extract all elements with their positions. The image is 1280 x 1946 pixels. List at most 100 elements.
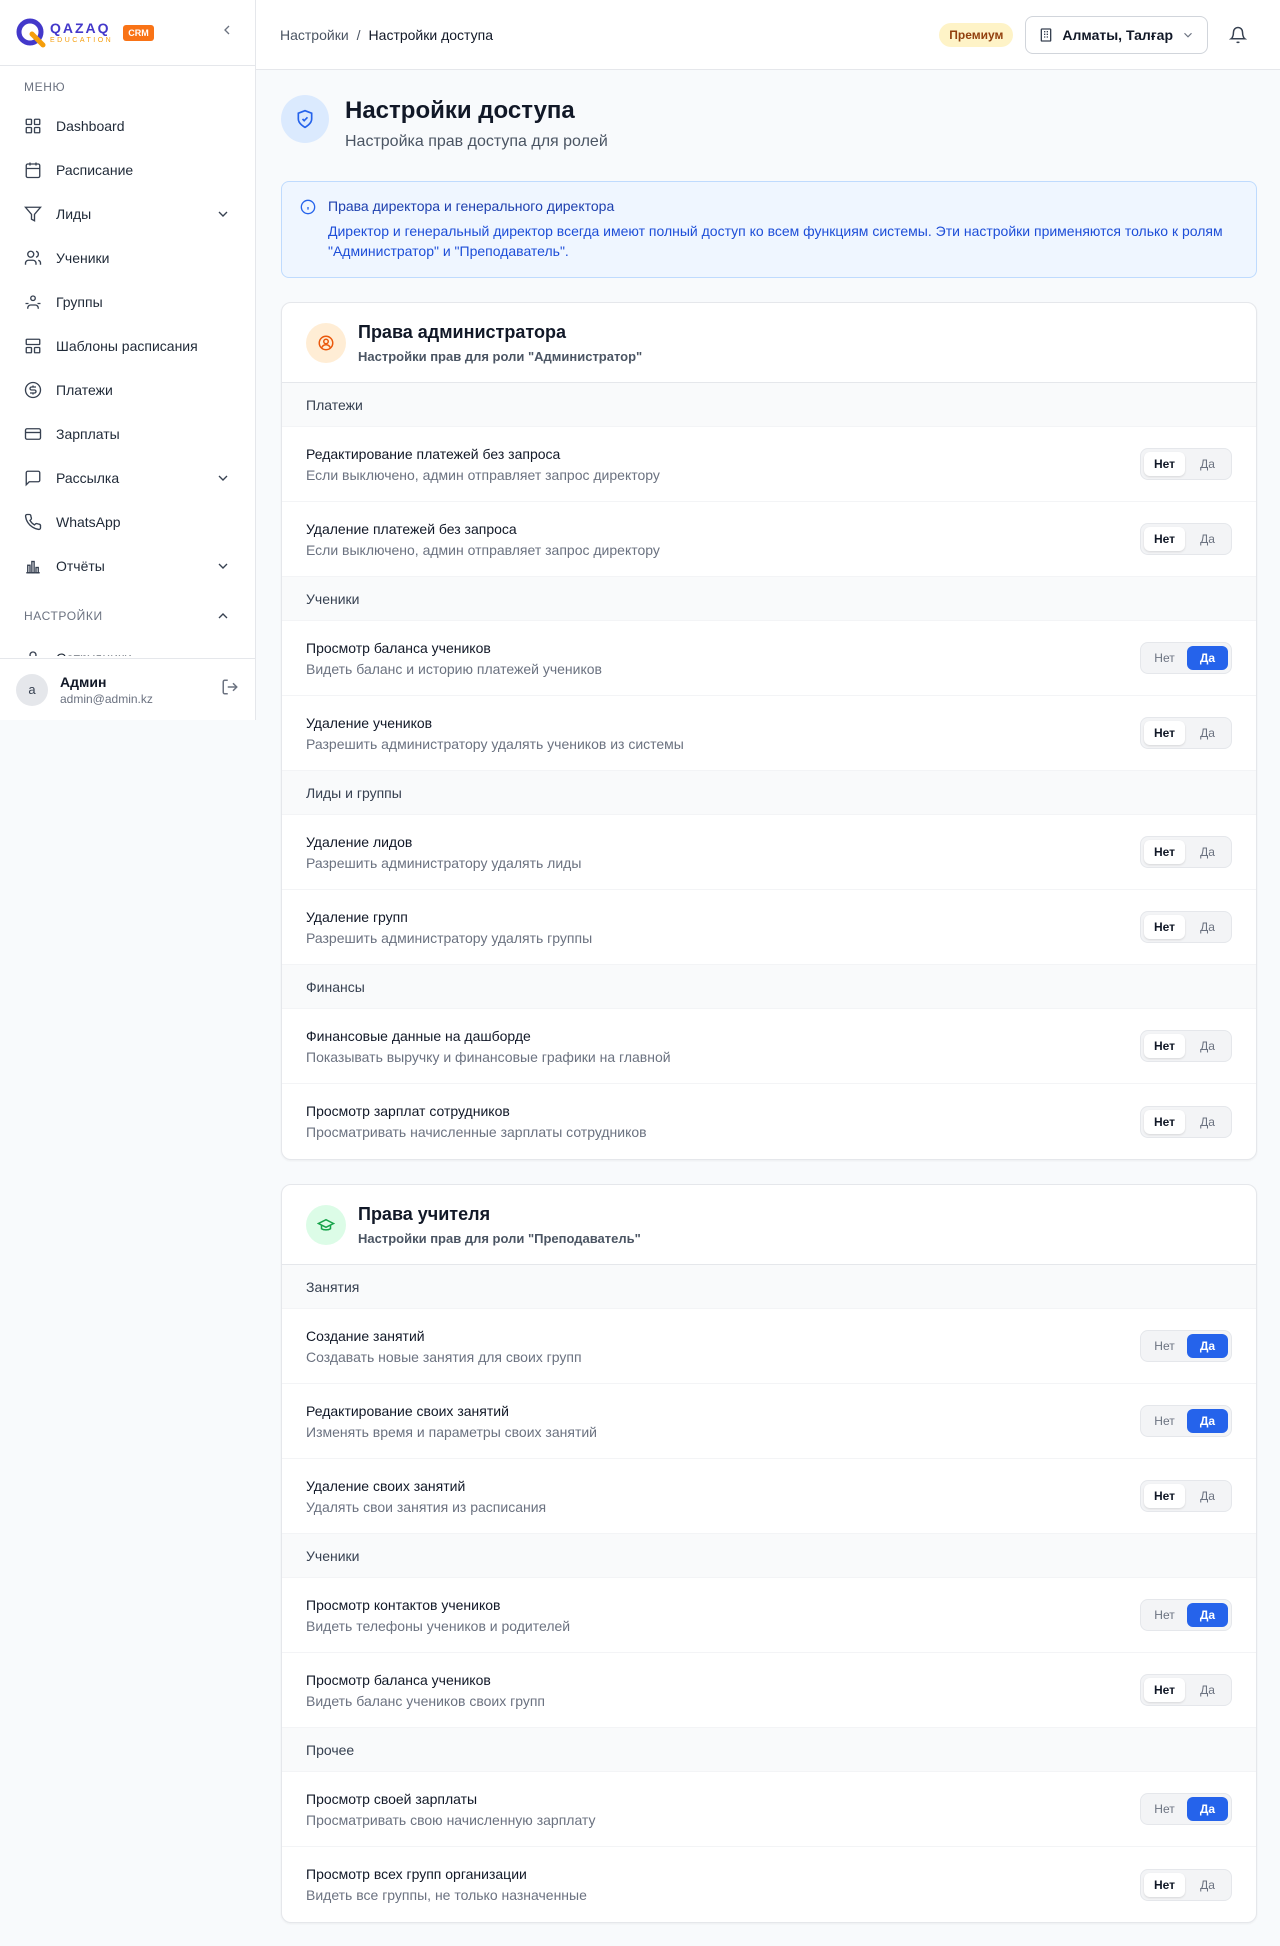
sidebar-item-main-5[interactable]: Шаблоны расписания [0, 324, 255, 368]
toggle-no-option[interactable]: Нет [1144, 1484, 1185, 1508]
permission-row: Удаление учеников Разрешить администратор… [282, 696, 1256, 771]
permission-toggle[interactable]: Нет Да [1140, 523, 1232, 555]
permission-row: Удаление групп Разрешить администратору у… [282, 890, 1256, 965]
permission-toggle[interactable]: Нет Да [1140, 717, 1232, 749]
toggle-yes-option[interactable]: Да [1187, 1873, 1228, 1897]
toggle-no-option[interactable]: Нет [1144, 1872, 1185, 1897]
permission-toggle[interactable]: Нет Да [1140, 642, 1232, 674]
permission-title: Удаление групп [306, 908, 408, 925]
permission-toggle[interactable]: Нет Да [1140, 1793, 1232, 1825]
toggle-yes-option[interactable]: Да [1187, 527, 1228, 551]
permission-description: Изменять время и параметры своих занятий [306, 1423, 597, 1440]
permission-title: Редактирование своих занятий [306, 1402, 509, 1419]
permission-toggle[interactable]: Нет Да [1140, 1030, 1232, 1062]
branch-select[interactable]: Алматы, Талғар [1025, 15, 1208, 54]
toggle-no-option[interactable]: Нет [1144, 840, 1185, 864]
sidebar-item-main-2[interactable]: Лиды [0, 192, 255, 236]
page-title: Настройки доступа [345, 97, 575, 124]
permission-title: Финансовые данные на дашборде [306, 1027, 531, 1044]
toggle-no-option[interactable]: Нет [1144, 452, 1185, 476]
permission-description: Видеть баланс и историю платежей ученико… [306, 660, 602, 677]
toggle-yes-option[interactable]: Да [1187, 1484, 1228, 1508]
permission-description: Разрешить администратору удалять ученико… [306, 735, 684, 752]
sidebar-item-main-0[interactable]: Dashboard [0, 104, 255, 148]
toggle-no-option[interactable]: Нет [1144, 1109, 1185, 1134]
toggle-yes-option[interactable]: Да [1187, 915, 1228, 939]
notifications-button[interactable] [1220, 17, 1256, 53]
permission-title: Удаление платежей без запроса [306, 520, 517, 537]
permission-toggle[interactable]: Нет Да [1140, 1330, 1232, 1362]
sidebar-nav[interactable]: МЕНЮ Dashboard Расписание Лиды Ученики Групп… [0, 66, 255, 656]
collapse-sidebar-button[interactable] [215, 22, 239, 43]
sidebar-item-label: Группы [56, 294, 103, 310]
sidebar-item-main-9[interactable]: WhatsApp [0, 500, 255, 544]
toggle-yes-option[interactable]: Да [1187, 1034, 1228, 1058]
permission-row: Удаление платежей без запроса Если выключ… [282, 502, 1256, 577]
avatar[interactable]: a [16, 673, 48, 706]
toggle-no-option[interactable]: Нет [1144, 1603, 1185, 1627]
permission-toggle[interactable]: Нет Да [1140, 1868, 1232, 1901]
toggle-no-option[interactable]: Нет [1144, 1678, 1185, 1702]
card-subtitle: Настройки прав для роли "Администратор" [358, 348, 643, 364]
permission-group-label: Ученики [282, 1534, 1256, 1578]
toggle-yes-option[interactable]: Да [1187, 646, 1228, 670]
toggle-yes-option[interactable]: Да [1187, 1409, 1228, 1433]
toggle-no-option[interactable]: Нет [1144, 1334, 1185, 1358]
toggle-no-option[interactable]: Нет [1144, 646, 1185, 670]
phone-icon [24, 513, 42, 531]
toggle-yes-option[interactable]: Да [1187, 1797, 1228, 1821]
permission-row: Удаление лидов Разрешить администратору у… [282, 815, 1256, 890]
logout-button[interactable] [221, 678, 239, 701]
permission-row: Просмотр всех групп организации Видеть вс… [282, 1847, 1256, 1922]
toggle-yes-option[interactable]: Да [1187, 721, 1228, 745]
permission-description: Удалять свои занятия из расписания [306, 1498, 547, 1515]
permission-row: Просмотр контактов учеников Видеть телефо… [282, 1578, 1256, 1653]
menu-section-label: МЕНЮ [24, 80, 66, 94]
toggle-no-option[interactable]: Нет [1144, 1797, 1185, 1821]
toggle-yes-option[interactable]: Да [1187, 1603, 1228, 1627]
sidebar-item-main-8[interactable]: Рассылка [0, 456, 255, 500]
permission-toggle[interactable]: Нет Да [1140, 1405, 1232, 1437]
toggle-yes-option[interactable]: Да [1187, 840, 1228, 864]
toggle-no-option[interactable]: Нет [1144, 527, 1185, 551]
sidebar-item-main-10[interactable]: Отчёты [0, 544, 255, 588]
permission-toggle[interactable]: Нет Да [1140, 911, 1232, 943]
crm-badge: CRM [123, 24, 154, 41]
sidebar-item-main-4[interactable]: Группы [0, 280, 255, 324]
permission-toggle[interactable]: Нет Да [1140, 1105, 1232, 1138]
permission-toggle[interactable]: Нет Да [1140, 836, 1232, 868]
toggle-no-option[interactable]: Нет [1144, 1409, 1185, 1433]
permission-toggle[interactable]: Нет Да [1140, 448, 1232, 480]
permission-title: Редактирование платежей без запроса [306, 445, 561, 462]
toggle-yes-option[interactable]: Да [1187, 452, 1228, 476]
permission-toggle[interactable]: Нет Да [1140, 1480, 1232, 1512]
toggle-yes-option[interactable]: Да [1187, 1678, 1228, 1702]
sidebar-item-label: WhatsApp [56, 514, 121, 530]
groups-icon [24, 293, 42, 311]
user-icon [24, 649, 42, 656]
settings-section-label[interactable]: НАСТРОЙКИ [0, 596, 255, 636]
breadcrumb-settings[interactable]: Настройки [280, 27, 349, 43]
logo[interactable]: QAZAQ EDUCATION CRM [16, 18, 154, 48]
permission-description: Видеть телефоны учеников и родителей [306, 1617, 571, 1634]
sidebar-item-label: Расписание [56, 162, 134, 178]
breadcrumb-current: Настройки доступа [368, 26, 493, 43]
sidebar-item-main-7[interactable]: Зарплаты [0, 412, 255, 456]
sidebar-item-main-1[interactable]: Расписание [0, 148, 255, 192]
permission-row: Просмотр баланса учеников Видеть баланс у… [282, 1653, 1256, 1728]
sidebar-item-main-3[interactable]: Ученики [0, 236, 255, 280]
permission-row: Просмотр баланса учеников Видеть баланс и… [282, 621, 1256, 696]
sidebar-item-main-6[interactable]: Платежи [0, 368, 255, 412]
toggle-yes-option[interactable]: Да [1187, 1334, 1228, 1358]
breadcrumb-separator: / [356, 26, 361, 43]
toggle-no-option[interactable]: Нет [1144, 915, 1185, 939]
sidebar-item-settings-0[interactable]: Сотрудники [0, 636, 255, 656]
toggle-no-option[interactable]: Нет [1144, 721, 1185, 745]
permission-toggle[interactable]: Нет Да [1140, 1599, 1232, 1631]
permission-row: Редактирование своих занятий Изменять вре… [282, 1384, 1256, 1459]
toggle-no-option[interactable]: Нет [1144, 1034, 1185, 1058]
breadcrumb: Настройки / Настройки доступа [280, 27, 493, 43]
sidebar-item-label: Ученики [56, 250, 110, 266]
toggle-yes-option[interactable]: Да [1187, 1110, 1228, 1134]
permission-toggle[interactable]: Нет Да [1140, 1674, 1232, 1706]
